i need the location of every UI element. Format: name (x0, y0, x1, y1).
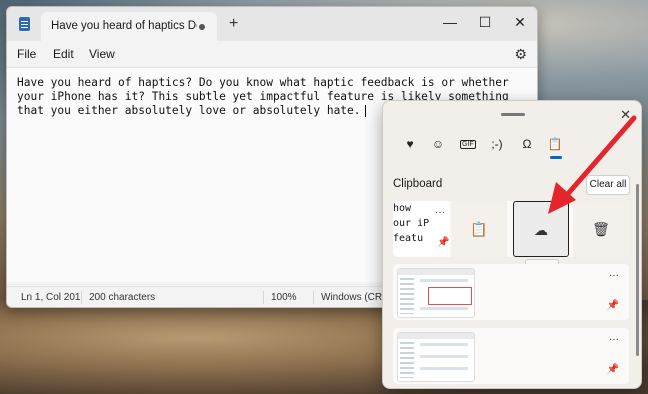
cursor-position: Ln 1, Col 201 (21, 292, 81, 303)
clipboard-history-panel: ✕ ♥ ☺ GIF ;-) Ω 📋 Clipboard Clear all ho… (382, 100, 642, 389)
maximize-button[interactable]: ☐ (468, 11, 502, 33)
panel-scrollbar[interactable] (636, 184, 639, 356)
screenshot-thumbnail (397, 332, 475, 382)
clipboard-section-title: Clipboard (393, 178, 443, 190)
new-tab-button[interactable]: + (229, 15, 238, 33)
unsaved-dot-icon[interactable] (199, 24, 205, 30)
pin-icon[interactable]: 📌 (607, 300, 619, 311)
clipboard-history-icon[interactable]: 📋 (544, 137, 566, 155)
document-tab[interactable]: Have you heard of haptics Do you k (41, 12, 217, 41)
text-caret (364, 105, 366, 117)
sync-cloud-button[interactable]: ☁ (513, 201, 569, 257)
clipboard-item-image[interactable]: ··· 📌 (393, 328, 629, 384)
snippet-line: our iP (393, 218, 430, 229)
title-bar[interactable]: Have you heard of haptics Do you k + — ☐… (7, 7, 537, 41)
status-divider (263, 291, 264, 304)
gif-icon[interactable]: GIF (460, 140, 476, 149)
more-options-icon[interactable]: ··· (609, 334, 619, 345)
paste-as-text-button[interactable]: 📋 (451, 201, 507, 257)
smiley-icon[interactable]: ☺ (427, 137, 449, 155)
more-options-icon[interactable]: ··· (435, 207, 445, 218)
menu-edit[interactable]: Edit (53, 47, 74, 61)
delete-trash-icon[interactable]: 🗑 (573, 201, 629, 257)
pin-icon[interactable]: 📌 (607, 364, 619, 375)
status-divider (313, 291, 314, 304)
clipboard-item-text[interactable]: how our iP featu ··· 📌 📋 ☁ 🗑 (393, 201, 629, 257)
menu-file[interactable]: File (17, 47, 36, 61)
clipboard-item-image[interactable]: ··· 📌 (393, 264, 629, 320)
active-category-indicator (550, 156, 562, 159)
symbols-icon[interactable]: Ω (516, 137, 538, 155)
clear-all-button[interactable]: Clear all (586, 175, 630, 195)
menu-bar: File Edit View ⚙ (7, 41, 537, 68)
panel-close-button[interactable]: ✕ (620, 107, 631, 123)
kaomoji-icon[interactable]: ;-) (486, 137, 508, 155)
character-count: 200 characters (89, 292, 156, 303)
notepad-app-icon (19, 17, 30, 31)
emoji-heart-icon[interactable]: ♥ (399, 137, 421, 155)
menu-view[interactable]: View (89, 47, 115, 61)
close-button[interactable]: ✕ (503, 11, 537, 33)
tab-title: Have you heard of haptics Do you k (51, 20, 197, 32)
settings-gear-icon[interactable]: ⚙ (514, 46, 527, 63)
more-options-icon[interactable]: ··· (609, 270, 619, 281)
pin-icon[interactable]: 📌 (437, 237, 449, 248)
drag-handle[interactable] (501, 113, 525, 116)
minimize-button[interactable]: — (433, 11, 467, 33)
status-divider (81, 291, 82, 304)
zoom-level[interactable]: 100% (271, 292, 297, 303)
screenshot-thumbnail (397, 268, 475, 318)
